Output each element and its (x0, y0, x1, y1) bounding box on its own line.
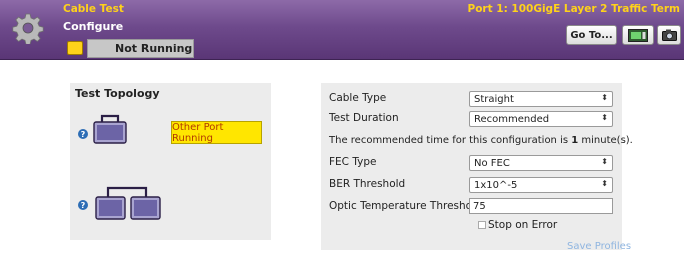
cable-type-select[interactable]: Straight ⬍ (469, 91, 613, 107)
test-duration-label: Test Duration (329, 112, 399, 124)
recommendation-note: The recommended time for this configurat… (329, 135, 633, 146)
cable-test-config-panel: Cable Type Straight ⬍ Test Duration Reco… (321, 83, 633, 252)
instrument-button[interactable] (622, 25, 654, 45)
test-duration-select[interactable]: Recommended ⬍ (469, 111, 613, 127)
dual-port-cable-icon (95, 186, 161, 220)
loopback-device-icon (93, 114, 127, 144)
select-arrow-icon: ⬍ (601, 113, 608, 122)
help-icon[interactable]: ? (78, 200, 88, 210)
status-bar: Not Running (87, 39, 194, 58)
select-arrow-icon: ⬍ (601, 93, 608, 102)
instrument-icon (628, 28, 648, 42)
optic-temp-value: 75 (473, 200, 486, 212)
fec-type-select[interactable]: No FEC ⬍ (469, 155, 613, 171)
ber-threshold-value: 1x10^-5 (474, 179, 518, 191)
cable-type-label: Cable Type (329, 92, 387, 104)
select-arrow-icon: ⬍ (601, 179, 608, 188)
goto-button[interactable]: Go To... (566, 25, 617, 45)
camera-button[interactable] (657, 25, 681, 45)
ber-threshold-label: BER Threshold (329, 178, 406, 190)
test-topology-panel: Test Topology ? Other Port Running ? (70, 83, 271, 240)
status-text: Not Running (115, 42, 193, 55)
optic-temp-input[interactable]: 75 (469, 198, 613, 214)
test-duration-value: Recommended (474, 113, 550, 125)
section-title: Configure (63, 20, 124, 33)
cable-type-value: Straight (474, 93, 514, 105)
ber-threshold-select[interactable]: 1x10^-5 ⬍ (469, 177, 613, 193)
port-title: Port 1: 100GigE Layer 2 Traffic Term (467, 3, 681, 15)
topology-title: Test Topology (75, 87, 160, 100)
save-profiles-link[interactable]: Save Profiles (567, 241, 631, 252)
select-arrow-icon: ⬍ (601, 157, 608, 166)
fec-type-value: No FEC (474, 157, 510, 169)
gear-icon[interactable] (12, 12, 44, 44)
app-title: Cable Test (63, 3, 124, 15)
stop-on-error-checkbox[interactable] (478, 221, 486, 229)
help-icon[interactable]: ? (78, 129, 88, 139)
camera-icon (661, 29, 677, 41)
fec-type-label: FEC Type (329, 156, 377, 168)
notes-tab[interactable] (67, 41, 83, 55)
title-bar: Cable Test Configure Port 1: 100GigE Lay… (0, 0, 684, 60)
stop-on-error-label: Stop on Error (488, 219, 558, 231)
other-port-running-badge: Other Port Running (171, 121, 262, 144)
